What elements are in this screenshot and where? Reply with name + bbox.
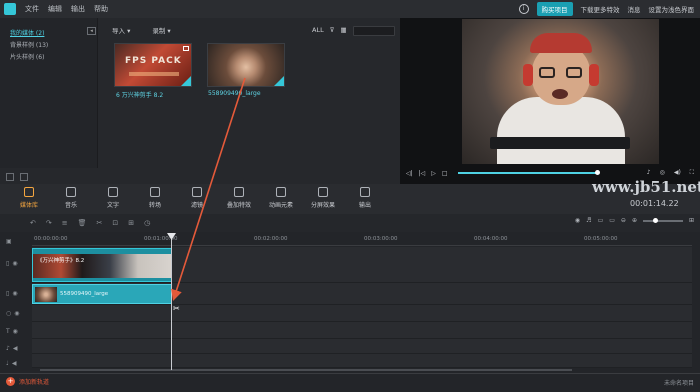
annotation-arrow	[171, 77, 246, 302]
project-name: 未命名项目	[663, 380, 694, 387]
status-bar	[0, 373, 700, 392]
plus-icon: +	[6, 377, 15, 386]
add-track-button[interactable]: + 添加新轨道	[6, 377, 49, 386]
